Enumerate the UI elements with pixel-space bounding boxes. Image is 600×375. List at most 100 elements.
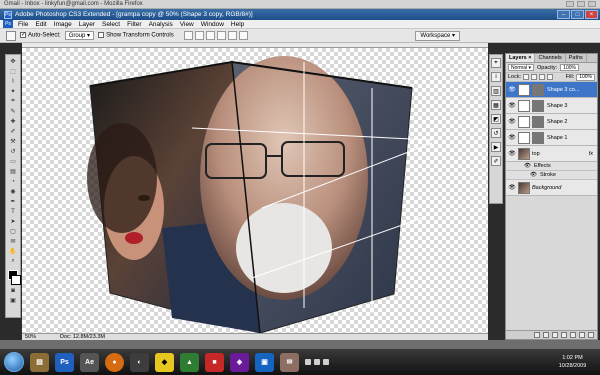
tray-icon[interactable]: [305, 359, 311, 365]
app-icon[interactable]: ■: [205, 352, 224, 372]
show-transform-checkbox[interactable]: [98, 32, 105, 39]
tray-icon[interactable]: [323, 359, 329, 365]
navigator-icon[interactable]: ⌖: [491, 58, 501, 68]
dodge-tool-icon[interactable]: ◉: [7, 187, 19, 196]
info-icon[interactable]: i: [491, 72, 501, 82]
effects-eye-icon[interactable]: 👁: [524, 163, 531, 169]
lock-position-icon[interactable]: [539, 74, 546, 80]
swatches-icon[interactable]: ▦: [491, 100, 501, 110]
layer-effects-row[interactable]: 👁 Effects: [506, 162, 597, 171]
blend-mode-dropdown[interactable]: Normal ▾: [508, 64, 535, 71]
layer-row[interactable]: 👁 top fx: [506, 146, 597, 162]
visibility-eye-icon[interactable]: 👁: [508, 118, 516, 126]
layer-stroke-row[interactable]: 👁 Stroke: [506, 171, 597, 180]
auto-select-checkbox[interactable]: [20, 31, 26, 39]
fx-badge[interactable]: fx: [589, 151, 593, 157]
app-icon[interactable]: ▲: [180, 352, 199, 372]
eyedropper-icon[interactable]: ✎: [7, 107, 19, 116]
history-icon[interactable]: ↺: [491, 128, 501, 138]
menu-filter[interactable]: Filter: [127, 21, 141, 28]
layer-row[interactable]: 👁 Shape 1: [506, 130, 597, 146]
quick-mask-icon[interactable]: ◙: [7, 286, 19, 295]
brushes-icon[interactable]: ✐: [491, 156, 501, 166]
notes-tool-icon[interactable]: ✉: [7, 237, 19, 246]
tab-layers[interactable]: Layers ×: [506, 54, 536, 62]
pen-tool-icon[interactable]: ✒: [7, 197, 19, 206]
start-button[interactable]: [4, 352, 24, 372]
fill-input[interactable]: 100%: [576, 73, 595, 81]
add-style-icon[interactable]: [543, 332, 549, 338]
close-button[interactable]: ×: [585, 10, 598, 19]
visibility-eye-icon[interactable]: 👁: [508, 184, 516, 192]
layer-row[interactable]: 👁 Shape 2: [506, 114, 597, 130]
clock[interactable]: 1:02 PM 10/28/2009: [545, 354, 600, 370]
history-brush-icon[interactable]: ↺: [7, 147, 19, 156]
maximize-icon[interactable]: [577, 1, 585, 7]
type-tool-icon[interactable]: T: [7, 207, 19, 216]
new-group-icon[interactable]: [570, 332, 576, 338]
hand-tool-icon[interactable]: ✋: [7, 247, 19, 256]
app-icon[interactable]: ◈: [230, 352, 249, 372]
align-left-icon[interactable]: [216, 31, 226, 40]
opacity-input[interactable]: 100%: [560, 64, 580, 71]
align-top-icon[interactable]: [183, 31, 193, 40]
histogram-icon[interactable]: ▥: [491, 86, 501, 96]
adjustment-layer-icon[interactable]: [561, 332, 567, 338]
minimize-icon[interactable]: [566, 1, 574, 7]
auto-select-dropdown[interactable]: Group ▾: [64, 31, 95, 40]
styles-icon[interactable]: ◩: [491, 114, 501, 124]
menu-help[interactable]: Help: [231, 21, 244, 28]
magic-wand-icon[interactable]: ✦: [7, 87, 19, 96]
marquee-tool-icon[interactable]: ⬚: [7, 67, 19, 76]
minimize-button[interactable]: –: [557, 10, 570, 19]
path-select-icon[interactable]: ➤: [7, 217, 19, 226]
new-layer-icon[interactable]: [579, 332, 585, 338]
move-tool-icon[interactable]: [6, 30, 16, 41]
tab-channels[interactable]: Channels: [535, 54, 566, 62]
workspace-button[interactable]: Workspace ▾: [415, 30, 460, 41]
align-center-icon[interactable]: [227, 31, 237, 40]
menu-layer[interactable]: Layer: [79, 21, 95, 28]
actions-icon[interactable]: ▶: [491, 142, 501, 152]
explorer-icon[interactable]: ▤: [30, 352, 49, 372]
app-icon[interactable]: ▣: [255, 352, 274, 372]
app-ae-icon[interactable]: Ae: [80, 352, 99, 372]
lasso-tool-icon[interactable]: ⌇: [7, 77, 19, 86]
close-icon[interactable]: [588, 1, 596, 7]
tab-paths[interactable]: Paths: [566, 54, 587, 62]
lock-all-icon[interactable]: [547, 74, 554, 80]
menu-view[interactable]: View: [180, 21, 194, 28]
eraser-tool-icon[interactable]: ▭: [7, 157, 19, 166]
auto-select-toggle[interactable]: Auto-Select:: [20, 31, 61, 39]
visibility-eye-icon[interactable]: 👁: [508, 150, 516, 158]
brush-tool-icon[interactable]: ✐: [7, 127, 19, 136]
tray-icon[interactable]: [314, 359, 320, 365]
app-icon[interactable]: ◐: [130, 352, 149, 372]
align-right-icon[interactable]: [238, 31, 248, 40]
align-middle-icon[interactable]: [194, 31, 204, 40]
lock-transparency-icon[interactable]: [523, 74, 530, 80]
clone-stamp-icon[interactable]: ⚒: [7, 137, 19, 146]
canvas[interactable]: [22, 48, 488, 333]
menu-image[interactable]: Image: [54, 21, 72, 28]
visibility-eye-icon[interactable]: 👁: [508, 134, 516, 142]
menu-edit[interactable]: Edit: [35, 21, 46, 28]
stroke-eye-icon[interactable]: 👁: [530, 172, 537, 178]
layer-row[interactable]: 👁 Shape 3 co...: [506, 82, 597, 98]
app-icon[interactable]: ✉: [280, 352, 299, 372]
app-icon[interactable]: ◆: [155, 352, 174, 372]
add-mask-icon[interactable]: [552, 332, 558, 338]
gradient-tool-icon[interactable]: ▤: [7, 167, 19, 176]
show-transform-toggle[interactable]: Show Transform Controls: [98, 32, 174, 39]
crop-tool-icon[interactable]: ⌗: [7, 97, 19, 106]
layer-row[interactable]: 👁 Shape 3: [506, 98, 597, 114]
visibility-eye-icon[interactable]: 👁: [508, 86, 516, 94]
visibility-eye-icon[interactable]: 👁: [508, 102, 516, 110]
move-tool-icon[interactable]: ✥: [7, 57, 19, 66]
menu-analysis[interactable]: Analysis: [149, 21, 173, 28]
menu-select[interactable]: Select: [102, 21, 120, 28]
blur-tool-icon[interactable]: ◔: [7, 177, 19, 186]
menu-window[interactable]: Window: [201, 21, 224, 28]
zoom-tool-icon[interactable]: ⌕: [7, 257, 19, 266]
background-color-swatch[interactable]: [10, 275, 21, 285]
